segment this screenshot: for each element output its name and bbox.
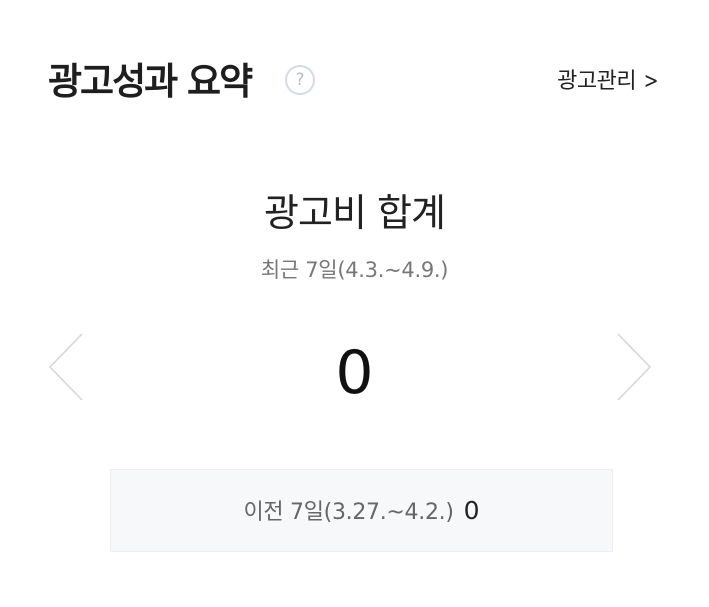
ad-management-label: 광고관리 bbox=[557, 69, 637, 94]
next-period-button[interactable] bbox=[614, 332, 654, 402]
chevron-right-icon bbox=[617, 333, 652, 401]
card-header: 광고성과 요약 ? 광고관리 > bbox=[48, 54, 660, 110]
chevron-right-icon: > bbox=[643, 69, 659, 94]
ad-spend-total-title: 광고비 합계 bbox=[264, 191, 446, 235]
card-title: 광고성과 요약 bbox=[48, 60, 253, 103]
previous-period-label: 이전 7일(3.27.~4.2.) bbox=[243, 500, 454, 525]
ad-spend-total-value: 0 bbox=[335, 338, 374, 408]
period-label: 최근 7일(4.3.~4.9.) bbox=[260, 258, 449, 282]
help-icon[interactable]: ? bbox=[285, 65, 315, 95]
ad-performance-summary-card: 광고성과 요약 ? 광고관리 > 광고비 합계 최근 7일(4.3.~4.9.) … bbox=[0, 0, 709, 607]
previous-period-box: 이전 7일(3.27.~4.2.) 0 bbox=[110, 469, 613, 552]
previous-period-value: 0 bbox=[463, 496, 480, 525]
ad-management-link[interactable]: 광고관리 > bbox=[557, 54, 660, 110]
